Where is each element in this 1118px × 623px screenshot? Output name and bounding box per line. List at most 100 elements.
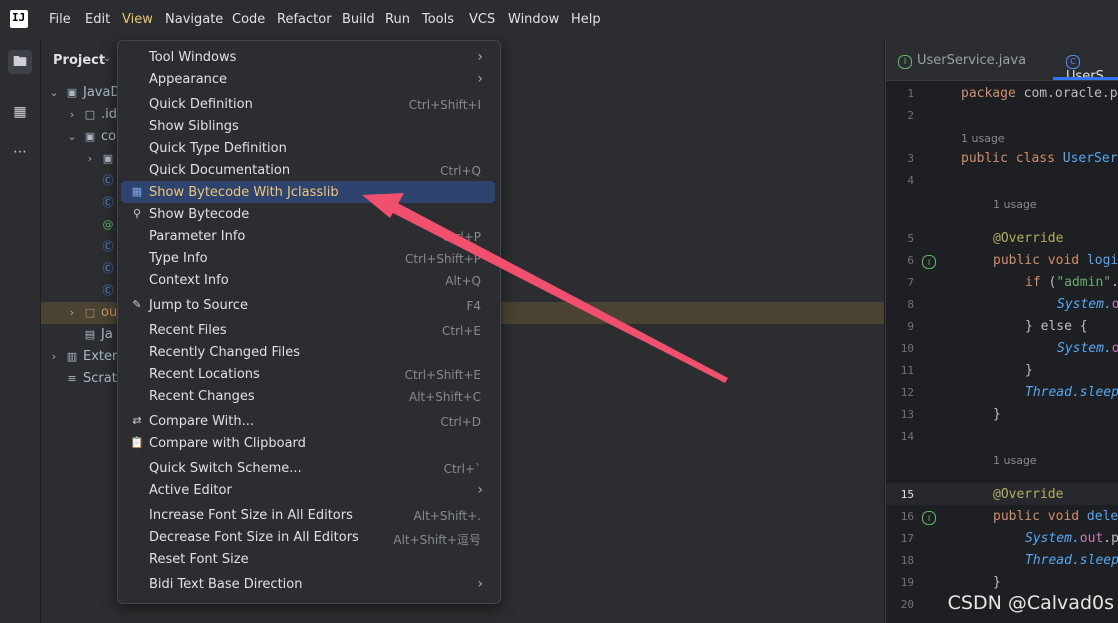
menu-item-reset-font[interactable]: Reset Font Size	[121, 548, 495, 570]
menu-item-decrease-font[interactable]: Decrease Font Size in All Editors Alt+Shi…	[121, 526, 495, 548]
menu-view[interactable]: View	[122, 12, 153, 27]
menu-item-quick-type-definition[interactable]: Quick Type Definition	[121, 137, 495, 159]
out-folder-icon: □	[84, 306, 96, 319]
shortcut-label: Alt+Shift+逗号	[393, 533, 481, 547]
menu-navigate[interactable]: Navigate	[165, 12, 223, 27]
tree-label: JavaD	[83, 85, 121, 100]
shortcut-label: Alt+Shift+C	[408, 390, 481, 404]
menu-item-label: Recent Locations	[149, 367, 260, 382]
menu-item-tool-windows[interactable]: Tool Windows ›	[121, 46, 495, 68]
menu-item-compare-with[interactable]: ⇄ Compare With... Ctrl+D	[121, 410, 495, 432]
line-number: 19	[900, 576, 914, 589]
watermark: CSDN @Calvad0s	[947, 592, 1114, 614]
menu-item-type-info[interactable]: Type Info Ctrl+Shift+P	[121, 247, 495, 269]
bytecode-search-icon: ⚲	[132, 207, 142, 220]
shortcut-label: F4	[466, 299, 481, 313]
shortcut-label: Alt+Shift+.	[413, 509, 481, 523]
menu-item-recent-files[interactable]: Recent Files Ctrl+E	[121, 319, 495, 341]
menu-vcs[interactable]: VCS	[469, 12, 495, 27]
tree-label: Scrat	[83, 371, 117, 386]
pencil-icon: ✎	[132, 298, 142, 311]
chevron-down-icon[interactable]: ⌄	[103, 53, 111, 64]
annotation-icon: @	[102, 218, 114, 231]
menu-code[interactable]: Code	[232, 12, 265, 27]
override-gutter-icon[interactable]: I	[922, 255, 936, 269]
menu-item-quick-definition[interactable]: Quick Definition Ctrl+Shift+I	[121, 93, 495, 115]
chevron-right-icon: ›	[477, 71, 483, 87]
menu-window[interactable]: Window	[508, 12, 559, 27]
menu-item-label: Quick Type Definition	[149, 141, 287, 156]
menu-item-label: Compare With...	[149, 414, 255, 429]
module-folder-icon: ▣	[66, 86, 78, 99]
intellij-logo-icon[interactable]	[10, 10, 28, 28]
menu-item-bidi-direction[interactable]: Bidi Text Base Direction ›	[121, 573, 495, 595]
class-icon: C	[1066, 55, 1080, 69]
shortcut-label: Ctrl+E	[442, 324, 481, 338]
tab-userservice[interactable]: I UserService.java	[898, 53, 1026, 69]
menu-item-recently-changed-files[interactable]: Recently Changed Files	[121, 341, 495, 363]
menu-item-label: Show Bytecode	[149, 207, 250, 222]
usage-hint[interactable]: 1 usage	[993, 454, 1037, 467]
menu-file[interactable]: File	[49, 12, 71, 27]
line-number: 12	[900, 386, 914, 399]
override-gutter-icon[interactable]: I	[922, 511, 936, 525]
line-number: 8	[907, 298, 914, 311]
menu-item-active-editor[interactable]: Active Editor ›	[121, 479, 495, 501]
code-line: Thread.sleep	[1025, 385, 1118, 400]
menu-item-compare-clipboard[interactable]: 📋 Compare with Clipboard	[121, 432, 495, 454]
bytecode-icon: ▦	[131, 185, 143, 198]
menu-item-jump-to-source[interactable]: ✎ Jump to Source F4	[121, 294, 495, 316]
shortcut-label: Ctrl+P	[442, 230, 481, 244]
menu-item-increase-font[interactable]: Increase Font Size in All Editors Alt+Shi…	[121, 504, 495, 526]
menu-help[interactable]: Help	[571, 12, 601, 27]
project-folder-icon[interactable]: 🖿	[8, 50, 32, 74]
more-icon[interactable]: ⋯	[8, 140, 32, 164]
chevron-down-icon[interactable]: ⌄	[47, 86, 61, 100]
menu-item-label: Quick Documentation	[149, 163, 291, 178]
chevron-right-icon[interactable]: ›	[47, 350, 61, 364]
menu-build[interactable]: Build	[342, 12, 375, 27]
menu-item-recent-locations[interactable]: Recent Locations Ctrl+Shift+E	[121, 363, 495, 385]
menu-item-quick-switch-scheme[interactable]: Quick Switch Scheme... Ctrl+`	[121, 457, 495, 479]
shortcut-label: Ctrl+Shift+I	[408, 98, 481, 112]
menu-run[interactable]: Run	[385, 12, 410, 27]
usage-hint[interactable]: 1 usage	[961, 132, 1005, 145]
line-number: 7	[907, 276, 914, 289]
chevron-right-icon[interactable]: ›	[65, 108, 79, 122]
library-icon: ▥	[66, 350, 78, 363]
code-line: System.o	[1057, 341, 1118, 356]
file-icon: ▤	[84, 328, 96, 341]
code-line: @Override	[993, 231, 1064, 246]
class-icon: Ⓒ	[102, 240, 114, 253]
code-line: System.out.p	[1025, 531, 1118, 546]
menu-item-quick-documentation[interactable]: Quick Documentation Ctrl+Q	[121, 159, 495, 181]
chevron-right-icon[interactable]: ›	[65, 306, 79, 320]
chevron-right-icon: ›	[477, 576, 483, 592]
menu-item-show-siblings[interactable]: Show Siblings	[121, 115, 495, 137]
menu-item-label: Quick Definition	[149, 97, 253, 112]
menu-item-label: Bidi Text Base Direction	[149, 577, 303, 592]
menu-item-recent-changes[interactable]: Recent Changes Alt+Shift+C	[121, 385, 495, 407]
code-line: public void dele	[993, 509, 1118, 524]
line-number: 5	[907, 232, 914, 245]
menu-item-appearance[interactable]: Appearance ›	[121, 68, 495, 90]
line-number: 18	[900, 554, 914, 567]
menu-item-parameter-info[interactable]: Parameter Info Ctrl+P	[121, 225, 495, 247]
code-line: } else {	[1025, 319, 1088, 334]
chevron-down-icon[interactable]: ⌄	[65, 130, 79, 144]
chevron-right-icon[interactable]: ›	[83, 152, 97, 166]
menu-item-show-bytecode[interactable]: ⚲ Show Bytecode	[121, 203, 495, 225]
usage-hint[interactable]: 1 usage	[993, 198, 1037, 211]
structure-icon[interactable]: ▦	[8, 100, 32, 124]
menu-tools[interactable]: Tools	[422, 12, 454, 27]
menu-item-show-bytecode-jclasslib[interactable]: ▦ Show Bytecode With Jclasslib	[121, 181, 495, 203]
menu-refactor[interactable]: Refactor	[277, 12, 332, 27]
menu-edit[interactable]: Edit	[85, 12, 110, 27]
menu-item-context-info[interactable]: Context Info Alt+Q	[121, 269, 495, 291]
project-title[interactable]: Project	[53, 53, 105, 68]
code-line: }	[1025, 363, 1033, 378]
line-number: 17	[900, 532, 914, 545]
code-line: System.o	[1057, 297, 1118, 312]
view-menu: Tool Windows › Appearance › Quick Definiti…	[117, 40, 501, 604]
menu-item-label: Reset Font Size	[149, 552, 249, 567]
